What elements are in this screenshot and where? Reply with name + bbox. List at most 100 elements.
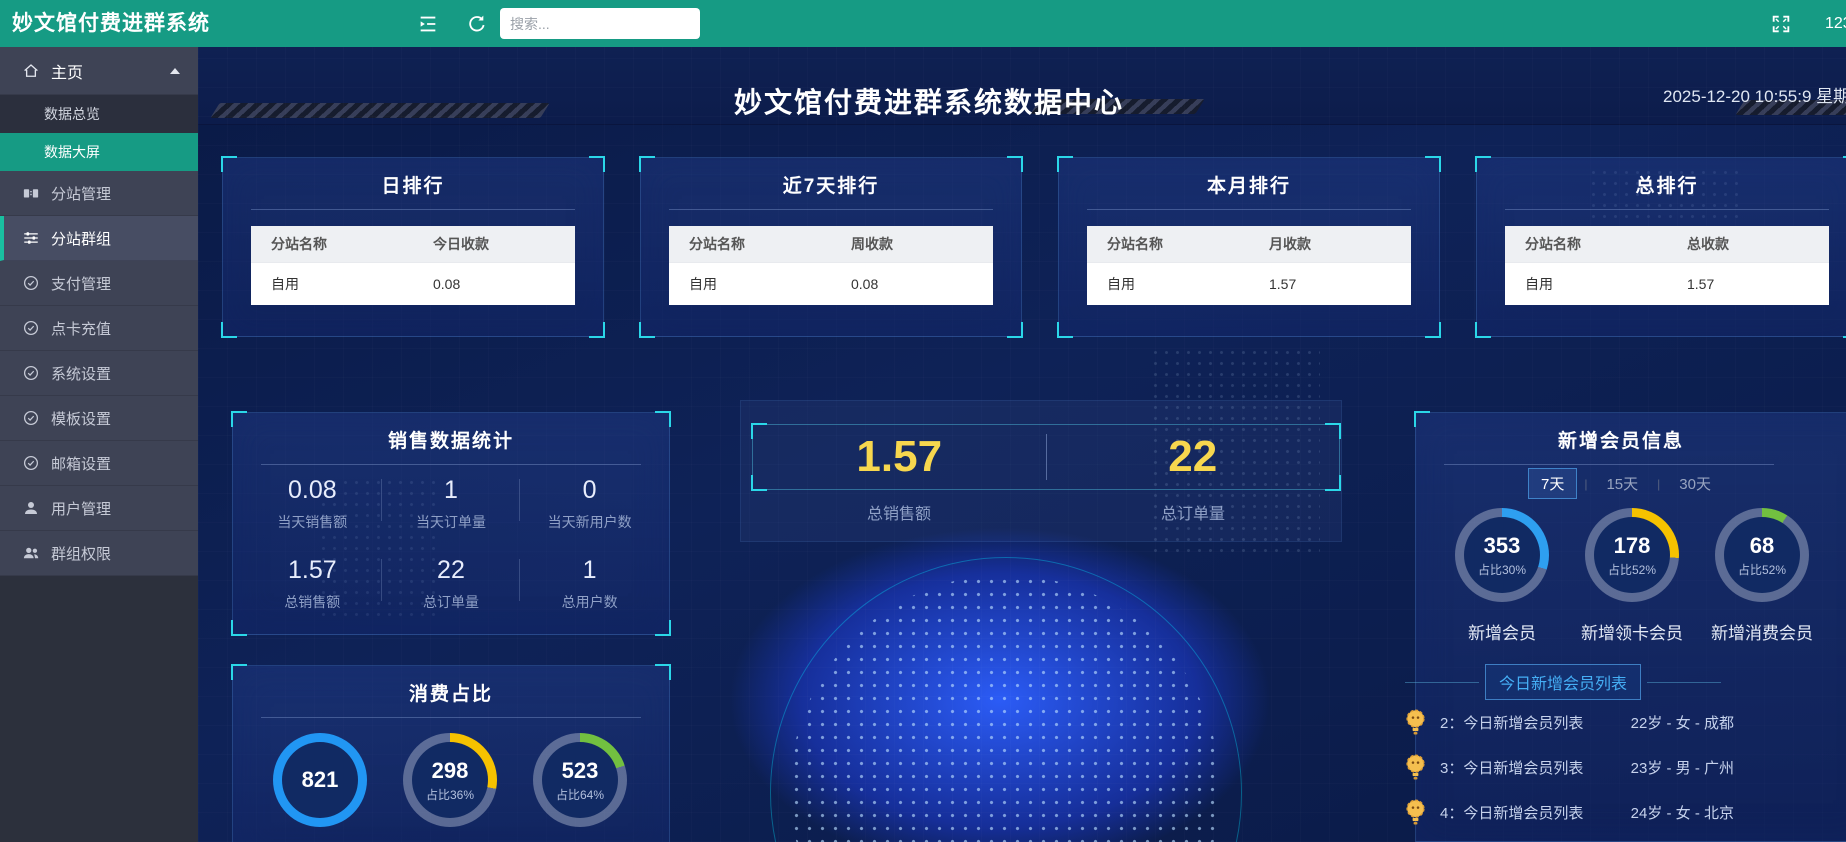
corner-accent (221, 322, 237, 338)
stat-item: 0当天新用户数 (520, 463, 659, 543)
rank-card-daily: 日排行 分站名称 今日收款 自用 0.08 (222, 157, 604, 337)
card-title: 近7天排行 (641, 171, 1021, 198)
sidebar-item-system-settings[interactable]: 系统设置 (0, 351, 198, 396)
station-name: 自用 (1505, 274, 1667, 294)
sidebar-item-substation-manage[interactable]: 分站管理 (0, 171, 198, 216)
sidebar-item-label: 系统设置 (51, 363, 111, 384)
station-name: 自用 (669, 274, 831, 294)
collapse-menu-icon[interactable] (417, 13, 439, 35)
sidebar-item-substation-group[interactable]: 分站群组 (0, 216, 198, 261)
donut-value: 298 (432, 758, 469, 784)
rank-card-month: 本月排行 分站名称 月收款 自用 1.57 (1058, 157, 1440, 337)
ranking-table: 分站名称 月收款 自用 1.57 (1087, 226, 1411, 305)
table-header: 分站名称 周收款 (669, 226, 993, 262)
today-member-list-button[interactable]: 今日新增会员列表 (1485, 664, 1641, 700)
sidebar-item-user-manage[interactable]: 用户管理 (0, 486, 198, 531)
corner-accent (231, 664, 247, 680)
datetime-label: 2025-12-20 10:55:9 星期六 (1663, 82, 1846, 107)
search-input[interactable] (500, 8, 700, 39)
tab-30days[interactable]: 30天 (1667, 469, 1723, 498)
donut-hole: 523 占比64% (542, 742, 618, 818)
divider (669, 209, 993, 210)
donut-value: 821 (302, 767, 339, 793)
stats-grid: 0.08当天销售额 1当天订单量 0当天新用户数 1.57总销售额 22总订单量… (243, 463, 659, 623)
donut-chart-new-members: 353 占比30% (1455, 508, 1549, 602)
sidebar-item-data-bigscreen[interactable]: 数据大屏 (0, 133, 198, 171)
column-header: 今日收款 (413, 234, 575, 254)
home-icon (22, 62, 40, 80)
member-list: 2：今日新增会员列表 22岁 - 女 - 成都 3：今日新增会员列表 23岁 -… (1402, 700, 1734, 835)
sidebar-item-label: 支付管理 (51, 273, 111, 294)
donut-value: 68 (1750, 533, 1774, 559)
column-header: 周收款 (831, 234, 993, 254)
column-header: 分站名称 (251, 234, 413, 254)
username-label[interactable]: 123 (1825, 0, 1846, 47)
total-orders-label: 总订单量 (1046, 500, 1340, 524)
table-header: 分站名称 今日收款 (251, 226, 575, 262)
corner-accent (1325, 475, 1341, 491)
sidebar-item-label: 分站管理 (51, 183, 111, 204)
refresh-icon[interactable] (466, 13, 488, 35)
member-detail: 22岁 - 女 - 成都 (1631, 712, 1734, 733)
user-icon (22, 499, 40, 517)
sidebar-item-mail-settings[interactable]: 邮箱设置 (0, 441, 198, 486)
divider (1405, 682, 1479, 683)
table-row: 自用 1.57 (1087, 262, 1411, 305)
page-title: 妙文馆付费进群系统数据中心 (679, 81, 1179, 121)
lightbulb-icon (1402, 798, 1429, 827)
corner-accent (655, 620, 671, 636)
sidebar-item-group-permission[interactable]: 群组权限 (0, 531, 198, 576)
topbar: 妙文馆付费进群系统 123 (0, 0, 1846, 47)
donut-item: 353 占比30% 新增会员 (1437, 508, 1567, 644)
stat-value: 0 (520, 476, 659, 505)
chevron-up-icon (170, 68, 180, 74)
corner-accent (1425, 322, 1441, 338)
sidebar-item-payment-manage[interactable]: 支付管理 (0, 261, 198, 306)
table-row: 自用 0.08 (669, 262, 993, 305)
sidebar-item-data-overview[interactable]: 数据总览 (0, 95, 198, 133)
tab-separator: | (1584, 477, 1587, 491)
tab-7days[interactable]: 7天 (1528, 468, 1577, 499)
donut-value: 178 (1614, 533, 1651, 559)
donut-item: 821 (255, 733, 385, 827)
sidebar-item-card-recharge[interactable]: 点卡充值 (0, 306, 198, 351)
sidebar-item-label: 群组权限 (51, 543, 111, 564)
app-brand: 妙文馆付费进群系统 (12, 0, 210, 47)
card-title: 消费占比 (233, 679, 669, 706)
corner-accent (655, 411, 671, 427)
donut-chart-consume-1: 821 (273, 733, 367, 827)
card-title: 总排行 (1477, 171, 1846, 198)
tab-15days[interactable]: 15天 (1594, 469, 1650, 498)
donut-ratio: 占比64% (556, 786, 604, 803)
ranking-table: 分站名称 周收款 自用 0.08 (669, 226, 993, 305)
corner-accent (589, 322, 605, 338)
donut-item: 523 占比64% (515, 733, 645, 827)
stat-item: 0.08当天销售额 (243, 463, 382, 543)
totals-panel: 1.57 22 (752, 424, 1340, 490)
donut-value: 523 (562, 758, 599, 784)
fullscreen-icon[interactable] (1770, 13, 1792, 35)
sidebar-item-label: 点卡充值 (51, 318, 111, 339)
sidebar-item-label: 邮箱设置 (51, 453, 111, 474)
corner-accent (1325, 423, 1341, 439)
member-text: 3：今日新增会员列表 (1440, 757, 1631, 778)
corner-accent (231, 620, 247, 636)
circle-check-icon (22, 409, 40, 427)
stat-item: 22总订单量 (382, 543, 521, 623)
station-name: 自用 (251, 274, 413, 294)
card-title: 销售数据统计 (233, 426, 669, 453)
lightbulb-icon (1402, 753, 1429, 782)
stat-value: 1.57 (243, 556, 382, 585)
corner-accent (639, 322, 655, 338)
corner-accent (589, 156, 605, 172)
totals-labels: 总销售额 总订单量 (752, 500, 1340, 524)
sidebar: 主页 数据总览 数据大屏 分站管理 分站群组 支付管理 点卡充值 系统设置 (0, 47, 198, 842)
member-list-header: 今日新增会员列表 (1405, 664, 1721, 700)
stat-label: 当天订单量 (382, 512, 521, 532)
sidebar-item-template-settings[interactable]: 模板设置 (0, 396, 198, 441)
rank-card-total: 总排行 分站名称 总收款 自用 1.57 (1476, 157, 1846, 337)
platform-icon (22, 184, 40, 202)
stat-label: 总销售额 (243, 592, 382, 612)
amount-value: 0.08 (413, 276, 575, 292)
sidebar-item-home[interactable]: 主页 (0, 47, 198, 95)
